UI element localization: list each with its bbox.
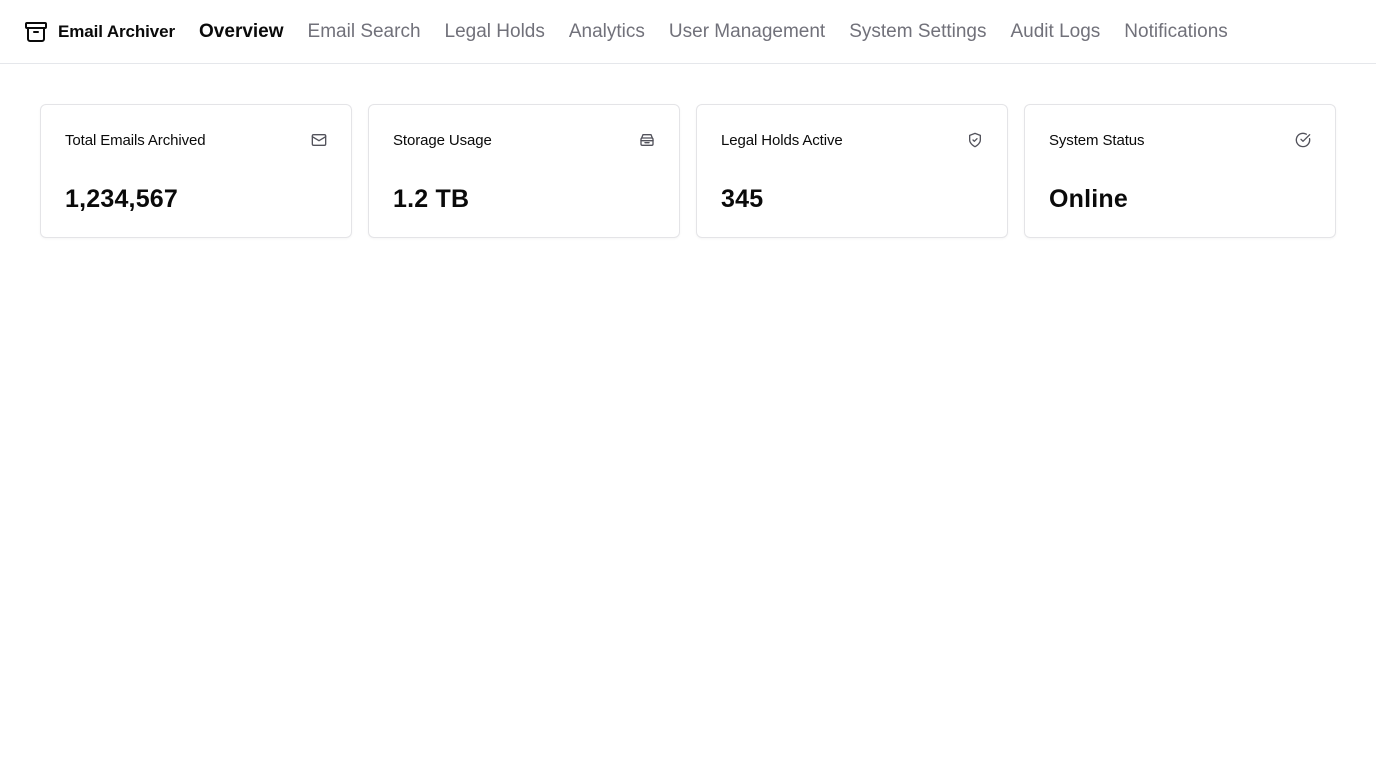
card-value: Online bbox=[1049, 185, 1128, 213]
card-title: System Status bbox=[1049, 131, 1145, 149]
stat-card-storage-usage: Storage Usage 1.2 TB bbox=[368, 104, 680, 238]
mail-icon bbox=[311, 132, 327, 148]
circle-check-icon bbox=[1295, 132, 1311, 148]
card-header: Storage Usage bbox=[393, 129, 655, 151]
card-value: 1.2 TB bbox=[393, 185, 470, 213]
brand[interactable]: Email Archiver bbox=[24, 20, 175, 44]
card-value: 345 bbox=[721, 185, 764, 213]
nav-item-notifications[interactable]: Notifications bbox=[1124, 21, 1228, 43]
card-title: Total Emails Archived bbox=[65, 131, 206, 149]
card-header: Total Emails Archived bbox=[65, 129, 327, 151]
nav-item-system-settings[interactable]: System Settings bbox=[849, 21, 986, 43]
nav-item-analytics[interactable]: Analytics bbox=[569, 21, 645, 43]
card-value: 1,234,567 bbox=[65, 185, 179, 213]
card-header: Legal Holds Active bbox=[721, 129, 983, 151]
top-navigation-bar: Email Archiver Overview Email Search Leg… bbox=[0, 0, 1376, 64]
archive-icon bbox=[24, 20, 48, 44]
stats-grid: Total Emails Archived 1,234,567 Storage … bbox=[0, 64, 1376, 238]
main-nav: Overview Email Search Legal Holds Analyt… bbox=[199, 21, 1228, 43]
storage-icon bbox=[639, 132, 655, 148]
nav-item-email-search[interactable]: Email Search bbox=[308, 21, 421, 43]
app-name: Email Archiver bbox=[58, 21, 176, 41]
card-title: Legal Holds Active bbox=[721, 131, 843, 149]
nav-item-user-management[interactable]: User Management bbox=[669, 21, 825, 43]
nav-item-legal-holds[interactable]: Legal Holds bbox=[445, 21, 545, 43]
stat-card-legal-holds: Legal Holds Active 345 bbox=[696, 104, 1008, 238]
card-header: System Status bbox=[1049, 129, 1311, 151]
stat-card-total-emails: Total Emails Archived 1,234,567 bbox=[40, 104, 352, 238]
nav-item-audit-logs[interactable]: Audit Logs bbox=[1010, 21, 1100, 43]
card-title: Storage Usage bbox=[393, 131, 492, 149]
stat-card-system-status: System Status Online bbox=[1024, 104, 1336, 238]
shield-check-icon bbox=[967, 132, 983, 148]
nav-item-overview[interactable]: Overview bbox=[199, 21, 284, 43]
